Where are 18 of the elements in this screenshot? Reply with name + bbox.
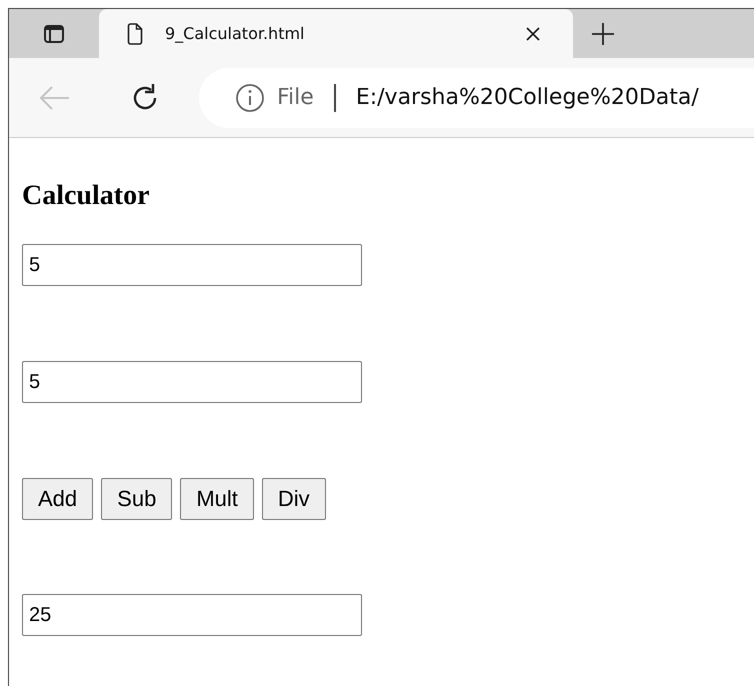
result-field[interactable]: 25 [22,594,362,636]
operation-button[interactable]: Div [262,478,326,520]
browser-tab[interactable]: 9_Calculator.html [99,9,573,58]
document-icon [127,22,143,44]
address-bar[interactable]: File E:/varsha%20College%20Data/ [199,68,754,128]
info-icon [235,82,265,112]
operation-button[interactable]: Sub [101,478,172,520]
page-heading: Calculator [22,180,151,212]
new-tab-icon[interactable] [591,22,615,46]
tab-title: 9_Calculator.html [165,24,306,43]
url-text: E:/varsha%20College%20Data/ [354,85,699,110]
sidebar-panel-icon [44,24,64,42]
operation-button[interactable]: Add [22,478,94,520]
close-icon[interactable] [525,26,541,42]
number-field[interactable]: 5 [22,244,362,286]
operation-button[interactable]: Mult [180,478,254,520]
number-field[interactable]: 5 [22,361,362,403]
scheme-label: File [277,84,336,112]
